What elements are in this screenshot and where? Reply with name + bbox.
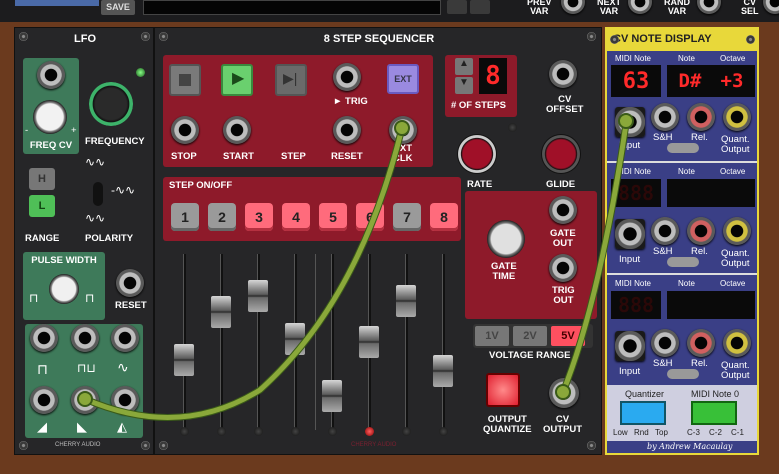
cable-plug[interactable] (618, 113, 634, 129)
cv-out-to-display-cable-shadow (559, 120, 630, 396)
patch-cables (77, 113, 634, 421)
cable-plug[interactable] (555, 384, 571, 400)
cable-plug[interactable] (394, 120, 410, 136)
lfo-to-ext-clk-cable-shadow (81, 124, 406, 421)
lfo-to-ext-clk-cable[interactable] (82, 125, 405, 420)
cable-plug[interactable] (77, 391, 93, 407)
